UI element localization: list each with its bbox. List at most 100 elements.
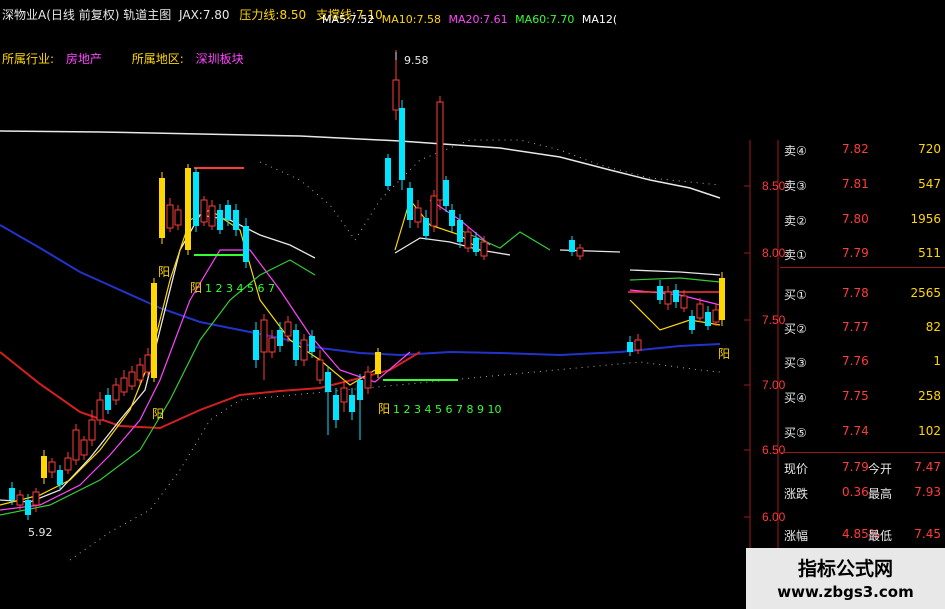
ask-row[interactable]: 卖③ 7.81 547	[780, 175, 945, 195]
candle-body[interactable]	[185, 168, 191, 250]
candle-body[interactable]	[260, 319, 268, 353]
candle-body[interactable]	[443, 180, 449, 206]
candle-body[interactable]	[159, 178, 165, 238]
green-ma	[0, 229, 721, 516]
candle-body[interactable]	[375, 352, 381, 374]
candle-body[interactable]	[407, 188, 413, 220]
candle-body[interactable]	[72, 429, 80, 461]
candle-body[interactable]	[217, 210, 223, 230]
candle-body[interactable]	[112, 384, 120, 401]
candle-body[interactable]	[57, 470, 63, 485]
candle-body[interactable]	[357, 380, 363, 400]
candle-body[interactable]	[16, 494, 24, 506]
candle-body[interactable]	[696, 303, 704, 319]
bid-row[interactable]: 买③ 7.76 1	[780, 352, 945, 372]
candle-body[interactable]	[340, 387, 348, 403]
yang-label: 阳	[378, 402, 390, 416]
candle-body[interactable]	[657, 286, 663, 300]
candle-body[interactable]	[712, 309, 720, 323]
candle-body[interactable]	[174, 209, 182, 226]
yang-label: 阳	[152, 407, 164, 421]
candle-body[interactable]	[25, 500, 31, 515]
candle-body[interactable]	[96, 399, 104, 421]
ask-bid-divider	[780, 267, 945, 268]
candle-body[interactable]	[193, 172, 199, 226]
bid-row[interactable]: 买② 7.77 82	[780, 318, 945, 338]
candle-body[interactable]	[576, 247, 584, 257]
candle-body[interactable]	[253, 330, 259, 360]
ask-row[interactable]: 卖① 7.79 511	[780, 244, 945, 264]
candle-body[interactable]	[457, 220, 463, 242]
bid-row[interactable]: 买① 7.78 2565	[780, 284, 945, 304]
candle-body[interactable]	[268, 337, 276, 353]
candle-body[interactable]	[64, 457, 72, 471]
candle-body[interactable]	[349, 395, 355, 412]
candle-body[interactable]	[225, 205, 231, 220]
candle-body[interactable]	[48, 461, 56, 473]
candle-body[interactable]	[385, 158, 391, 186]
axis-ticks	[744, 185, 750, 518]
ask-row[interactable]: 卖④ 7.82 720	[780, 140, 945, 160]
candle-body[interactable]	[293, 330, 299, 360]
candle-body[interactable]	[233, 210, 239, 230]
quote-row: 涨幅 4.85% 最低 7.45	[784, 527, 941, 543]
candle-body[interactable]	[243, 226, 249, 262]
ask-row[interactable]: 卖② 7.80 1956	[780, 210, 945, 230]
quote-row: 现价 7.79 今开 7.47	[784, 460, 941, 476]
candle-body[interactable]	[316, 359, 324, 381]
candle-body[interactable]	[41, 456, 47, 478]
candle-body[interactable]	[151, 283, 157, 378]
candle-body[interactable]	[200, 199, 208, 223]
magenta-ma	[0, 199, 721, 511]
candle-body[interactable]	[120, 377, 128, 393]
candle-body[interactable]	[680, 295, 688, 309]
bid-row[interactable]: 买④ 7.75 258	[780, 387, 945, 407]
watermark-url: www.zbgs3.com	[777, 583, 914, 601]
candle-body[interactable]	[166, 204, 174, 229]
candle-body[interactable]	[144, 354, 152, 373]
candle-body[interactable]	[325, 372, 331, 392]
candle-body[interactable]	[464, 231, 472, 249]
candle-body[interactable]	[9, 488, 15, 500]
ma-legend: MA5:7.52 MA10:7.58 MA20:7.61 MA60:7.70 M…	[322, 13, 618, 26]
candle-body[interactable]	[333, 395, 339, 420]
candle-body[interactable]	[364, 371, 372, 389]
candle-body[interactable]	[300, 339, 308, 361]
candle-body[interactable]	[284, 321, 292, 337]
ma20-legend: MA20:	[448, 13, 484, 26]
candle-body[interactable]	[430, 195, 438, 227]
region-value: 深圳板块	[195, 52, 244, 66]
candle-body[interactable]	[105, 395, 111, 410]
industry-row: 所属行业: 房地产 所属地区: 深圳板块	[2, 50, 244, 67]
candle-body[interactable]	[88, 419, 96, 441]
count-label: 1 2 3 4 5 6 7 8 9 10	[393, 403, 501, 416]
candle-body[interactable]	[392, 79, 400, 111]
candle-body[interactable]	[449, 210, 455, 226]
candle-body[interactable]	[634, 339, 642, 351]
industry-label: 所属行业:	[2, 52, 55, 66]
candle-body[interactable]	[664, 291, 672, 305]
candle-body[interactable]	[414, 207, 422, 223]
candle-body[interactable]	[136, 364, 144, 381]
candle-body[interactable]	[689, 316, 695, 330]
candle-body[interactable]	[719, 278, 725, 320]
candle-body[interactable]	[436, 101, 444, 201]
white-long-ma	[0, 130, 721, 199]
bid-row[interactable]: 买⑤ 7.74 102	[780, 422, 945, 442]
candle-body[interactable]	[80, 439, 88, 456]
candle-body[interactable]	[309, 336, 315, 352]
candle-body[interactable]	[627, 342, 633, 352]
candle-body[interactable]	[673, 290, 679, 302]
candle-body[interactable]	[399, 108, 405, 180]
candle-body[interactable]	[705, 312, 711, 326]
candle-body[interactable]	[32, 491, 40, 506]
yang-label: 阳	[718, 347, 730, 361]
candle-body[interactable]	[473, 238, 479, 252]
candle-body[interactable]	[277, 330, 283, 346]
candle-body[interactable]	[423, 218, 429, 236]
candle-body[interactable]	[208, 205, 216, 227]
candle-body[interactable]	[569, 240, 575, 252]
candle-body[interactable]	[128, 371, 136, 387]
kline-chart[interactable]: 8.50 8.00 7.50 7.00 6.50 6.00 9.58 5.92 …	[0, 0, 945, 609]
candle-body[interactable]	[480, 241, 488, 257]
